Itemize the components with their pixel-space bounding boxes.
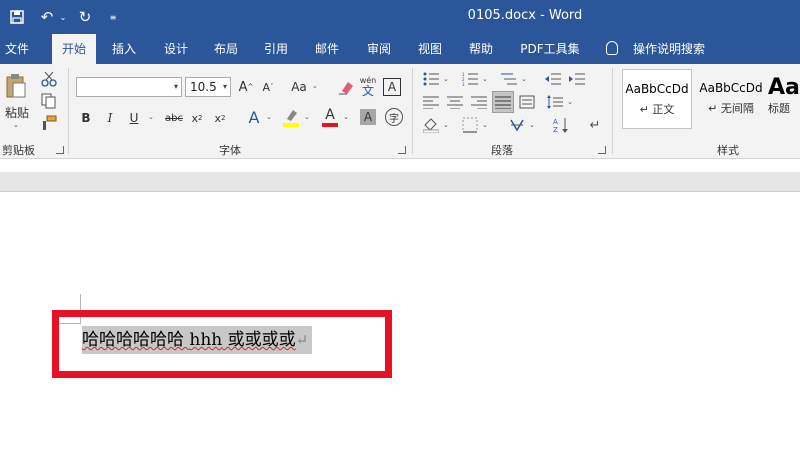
font-size-dropdown-icon[interactable]: ▾ [223,78,227,96]
increase-indent-icon[interactable] [568,70,586,88]
chinese-layout-dropdown-icon[interactable]: ⌄ [529,121,535,129]
multilevel-dropdown-icon[interactable]: ⌄ [521,75,527,83]
font-name-input[interactable]: ▾ [76,77,182,97]
ribbon-tabs: 文件 开始 插入 设计 布局 引用 邮件 审阅 视图 帮助 PDF工具集 操作说… [0,34,800,64]
subscript-icon[interactable]: x2 [188,108,206,128]
change-case-dropdown-icon[interactable]: ⌄ [312,82,318,90]
style-normal[interactable]: AaBbCcDd ↵ 正文 [622,69,692,129]
highlight-dropdown-icon[interactable]: ⌄ [304,113,310,121]
borders-dropdown-icon[interactable]: ⌄ [482,121,488,129]
numbering-icon[interactable]: 123 [461,70,479,88]
tell-me-search[interactable]: 操作说明搜索 [628,34,710,64]
cut-icon[interactable] [40,70,58,88]
justify-icon[interactable] [492,91,514,113]
highlight-color-icon[interactable] [282,106,300,128]
paragraph-launcher-icon[interactable] [598,146,606,154]
ribbon: 粘贴 ⌄ 剪贴板 ▾ 10.5 ▾ A ^ Aˇ Aa ⌄ wén 文 A B I … [0,64,800,159]
shading-icon[interactable] [422,116,440,134]
style-heading[interactable]: Aa 标题 [768,69,800,129]
font-color-icon[interactable]: A [321,106,339,128]
style-no-spacing[interactable]: AaBbCcDd ↵ 无间隔 [696,69,766,129]
document-text-line[interactable]: 哈哈哈哈哈哈 hhh 或或或或↵ [82,326,313,354]
tab-view[interactable]: 视图 [412,34,448,64]
borders-icon[interactable] [461,116,479,134]
format-painter-icon[interactable] [40,114,58,132]
align-center-icon[interactable] [446,93,464,111]
document-page[interactable]: 哈哈哈哈哈哈 hhh 或或或或↵ [0,193,800,450]
paragraph-mark-icon: ↵ [295,331,309,349]
chinese-layout-icon[interactable] [508,116,526,134]
group-separator [612,68,613,154]
bullets-icon[interactable] [422,70,440,88]
title-bar: ↶ ⌄ ↻ ≡ 0105.docx - Word [0,0,800,34]
tab-references[interactable]: 引用 [258,34,294,64]
font-name-dropdown-icon[interactable]: ▾ [174,78,178,96]
bullets-dropdown-icon[interactable]: ⌄ [443,75,449,83]
phonetic-guide-icon[interactable]: wén 文 [359,75,377,99]
numbering-dropdown-icon[interactable]: ⌄ [482,75,488,83]
tab-help[interactable]: 帮助 [463,34,499,64]
grow-font-icon[interactable]: A ^ [237,77,255,97]
svg-text:Z: Z [553,126,558,133]
text-segment: 或或或或 [222,330,296,350]
styles-group-label: 样式 [717,144,739,157]
shrink-font-icon[interactable]: Aˇ [259,77,277,97]
character-shading-icon[interactable]: A [360,109,376,125]
clipboard-group-label: 剪贴板 [2,144,35,157]
line-spacing-icon[interactable] [546,93,564,111]
italic-icon[interactable]: I [102,108,118,128]
strikethrough-icon[interactable]: abc [164,108,184,128]
sort-icon[interactable]: AZ [552,116,570,134]
tab-design[interactable]: 设计 [158,34,194,64]
font-launcher-icon[interactable] [398,146,406,154]
paste-button[interactable]: 粘贴 [2,104,32,120]
lightbulb-icon [606,41,618,55]
tab-mailings[interactable]: 邮件 [309,34,345,64]
paste-icon[interactable] [4,72,28,100]
clear-formatting-icon[interactable] [337,77,355,97]
text-effects-icon[interactable]: A [244,106,264,128]
group-separator [412,68,413,154]
bold-icon[interactable]: B [78,108,94,128]
distributed-icon[interactable] [518,93,536,111]
text-segment: hhh [189,330,223,350]
line-spacing-dropdown-icon[interactable]: ⌄ [567,98,573,106]
shading-dropdown-icon[interactable]: ⌄ [443,121,449,129]
ruler-bar [0,172,800,192]
decrease-indent-icon[interactable] [544,70,562,88]
enclose-characters-icon[interactable]: 字 [385,108,403,126]
text-effects-dropdown-icon[interactable]: ⌄ [266,113,272,121]
tab-insert[interactable]: 插入 [106,34,142,64]
underline-icon[interactable]: U [126,108,142,128]
font-size-input[interactable]: 10.5 ▾ [185,77,231,97]
paragraph-group-label: 段落 [491,144,513,157]
svg-text:A: A [553,118,558,126]
svg-text:3: 3 [462,82,465,86]
change-case-button[interactable]: Aa [288,77,310,97]
window-title: 0105.docx - Word [467,8,583,23]
align-right-icon[interactable] [470,93,488,111]
character-border-icon[interactable]: A [383,78,401,96]
tab-home[interactable]: 开始 [52,34,96,64]
tab-file[interactable]: 文件 [0,34,34,64]
multilevel-list-icon[interactable] [500,70,518,88]
show-marks-icon[interactable]: ↵ [586,116,604,134]
font-group-label: 字体 [219,144,241,157]
tab-review[interactable]: 审阅 [361,34,397,64]
tab-layout[interactable]: 布局 [208,34,244,64]
font-color-dropdown-icon[interactable]: ⌄ [343,113,349,121]
tab-pdf-tools[interactable]: PDF工具集 [514,34,586,64]
text-segment: 哈哈哈哈哈哈 [82,330,190,350]
paste-dropdown-icon[interactable]: ⌄ [13,121,19,129]
align-left-icon[interactable] [422,93,440,111]
ribbon-gap [0,159,800,172]
group-separator [68,68,69,154]
copy-icon[interactable] [40,92,58,110]
superscript-icon[interactable]: x2 [211,108,229,128]
underline-dropdown-icon[interactable]: ⌄ [148,113,154,121]
clipboard-launcher-icon[interactable] [56,146,64,154]
